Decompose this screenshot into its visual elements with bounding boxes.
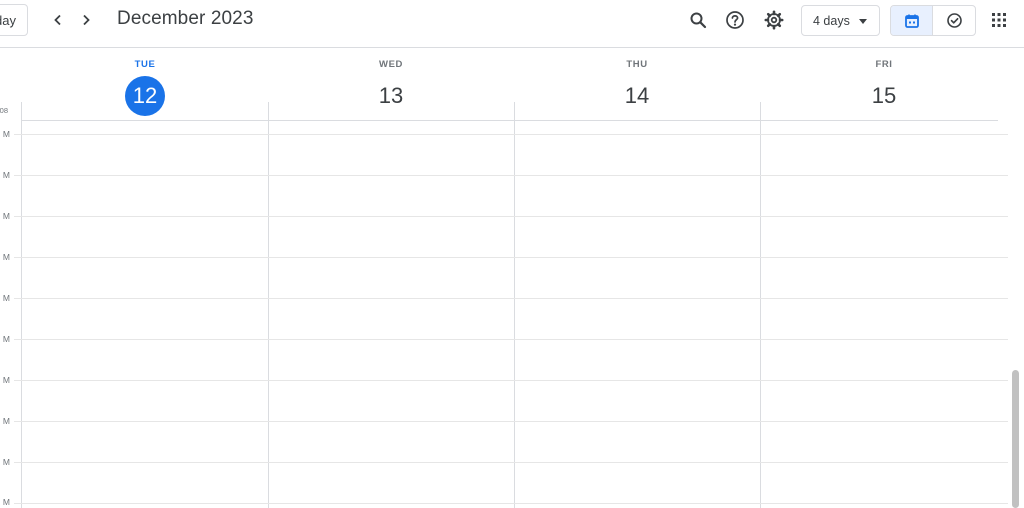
- hour-line: [14, 175, 1008, 176]
- column-divider: [514, 102, 515, 508]
- calendar-page: day December 2023: [0, 0, 1024, 508]
- column-divider: [760, 102, 761, 508]
- time-label: M: [2, 334, 10, 344]
- time-label: M: [2, 497, 10, 507]
- hour-line: [14, 380, 1008, 381]
- time-label: M: [2, 211, 10, 221]
- hour-line: [14, 298, 1008, 299]
- hour-line: [14, 216, 1008, 217]
- hour-line: [14, 503, 1008, 504]
- time-label: M: [2, 129, 10, 139]
- timezone-label: 08: [0, 106, 8, 115]
- hour-line: [14, 462, 1008, 463]
- time-label: M: [2, 457, 10, 467]
- time-label: M: [2, 293, 10, 303]
- hour-line: [14, 421, 1008, 422]
- time-grid: 08 M M M M M M M M M M: [0, 0, 1010, 508]
- hour-line: [14, 257, 1008, 258]
- hour-line: [14, 134, 1008, 135]
- time-label: M: [2, 252, 10, 262]
- column-divider: [268, 102, 269, 508]
- scrollbar-thumb[interactable]: [1012, 370, 1019, 508]
- time-label: M: [2, 375, 10, 385]
- column-divider: [21, 102, 22, 508]
- time-label: M: [2, 416, 10, 426]
- hour-line: [14, 339, 1008, 340]
- time-label: M: [2, 170, 10, 180]
